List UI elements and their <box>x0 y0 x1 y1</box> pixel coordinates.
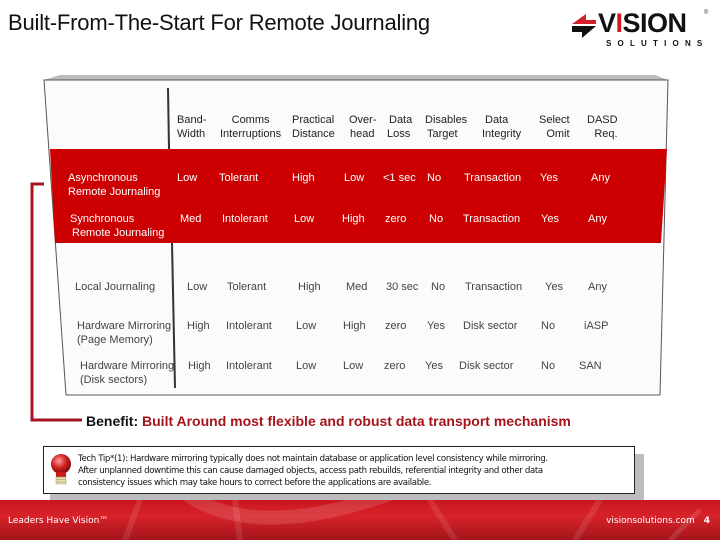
table-cell: Med <box>180 213 202 225</box>
table-cell: Low <box>294 213 315 225</box>
table-cell: Med <box>346 281 368 293</box>
table-cell: Yes <box>540 172 558 184</box>
table-cell: High <box>343 320 366 332</box>
header-overhead: Over-head <box>349 114 377 140</box>
header-practical-distance: Practical Distance <box>292 114 335 140</box>
table-cell: Low <box>344 172 365 184</box>
table-cell: High <box>298 281 321 293</box>
row-label: Hardware Mirroring (Disk sectors) <box>80 360 175 386</box>
table-cell: Intolerant <box>222 213 268 225</box>
table-cell: Any <box>588 213 607 225</box>
table-cell: zero <box>385 320 407 332</box>
footer-website: visionsolutions.com <box>606 516 695 526</box>
row-label: Synchronous Remote Journaling <box>70 213 165 239</box>
benefit-statement: Benefit: Built Around most flexible and … <box>86 413 571 429</box>
table-cell: Tolerant <box>227 281 267 293</box>
table-cell: Intolerant <box>226 360 272 372</box>
table-cell: Yes <box>545 281 563 293</box>
tech-tip-box: Tech Tip*(1): Hardware mirroring typical… <box>43 446 635 494</box>
benefit-label: Benefit: <box>86 413 139 429</box>
table-cell: Disk sector <box>463 320 518 332</box>
table-cell: Transaction <box>465 281 523 293</box>
table-cell: No <box>431 281 446 293</box>
footer-tagline: Leaders Have Vision™ <box>8 516 109 526</box>
table-cell: Low <box>296 360 317 372</box>
table-cell: Yes <box>541 213 559 225</box>
header-data-loss: Data Loss <box>387 114 413 140</box>
table-cell: High <box>292 172 315 184</box>
benefit-text: Built Around most flexible and robust da… <box>142 413 571 429</box>
header-select-omit: Select Omit <box>539 114 570 140</box>
table-cell: Yes <box>425 360 443 372</box>
table-cell: High <box>187 320 210 332</box>
table-cell: Intolerant <box>226 320 272 332</box>
footer-bar: Leaders Have Vision™ visionsolutions.com… <box>0 500 720 540</box>
table-cell: No <box>427 172 442 184</box>
table-cell: Tolerant <box>219 172 259 184</box>
table-cell: Transaction <box>464 172 522 184</box>
table-cell: Low <box>187 281 208 293</box>
table-cell: High <box>342 213 365 225</box>
table-cell: Low <box>296 320 317 332</box>
header-data-integrity: Data Integrity <box>482 114 522 140</box>
row-label: Asynchronous Remote Journaling <box>68 172 161 198</box>
table-cell: <1 sec <box>383 172 416 184</box>
header-dasd-req: DASD Req. <box>587 114 618 140</box>
table-cell: zero <box>384 360 406 372</box>
table-cell: Disk sector <box>459 360 514 372</box>
table-cell: No <box>541 320 556 332</box>
table-cell: zero <box>385 213 407 225</box>
header-comms-interruptions: Comms Interruptions <box>220 114 282 140</box>
table-cell: iASP <box>584 320 609 332</box>
table-cell: Yes <box>427 320 445 332</box>
table-cell: High <box>188 360 211 372</box>
table-cell: SAN <box>579 360 602 372</box>
table-cell: Any <box>588 281 607 293</box>
row-label: Hardware Mirroring (Page Memory) <box>77 320 172 346</box>
row-label: Local Journaling <box>75 281 156 293</box>
page-number: 4 <box>703 516 710 526</box>
table-cell: 30 sec <box>386 281 419 293</box>
lightbulb-icon <box>51 454 71 485</box>
table-cell: No <box>429 213 444 225</box>
table-cell: Low <box>343 360 364 372</box>
table-cell: Any <box>591 172 610 184</box>
header-bandwidth: Band- Width <box>177 114 207 140</box>
footer-right: visionsolutions.com 4 <box>606 516 710 526</box>
table-cell: Transaction <box>463 213 521 225</box>
header-disables-target: Disables Target <box>425 114 468 140</box>
table-cell: Low <box>177 172 198 184</box>
table-cell: No <box>541 360 556 372</box>
tech-tip-text: Tech Tip*(1): Hardware mirroring typical… <box>78 454 548 488</box>
